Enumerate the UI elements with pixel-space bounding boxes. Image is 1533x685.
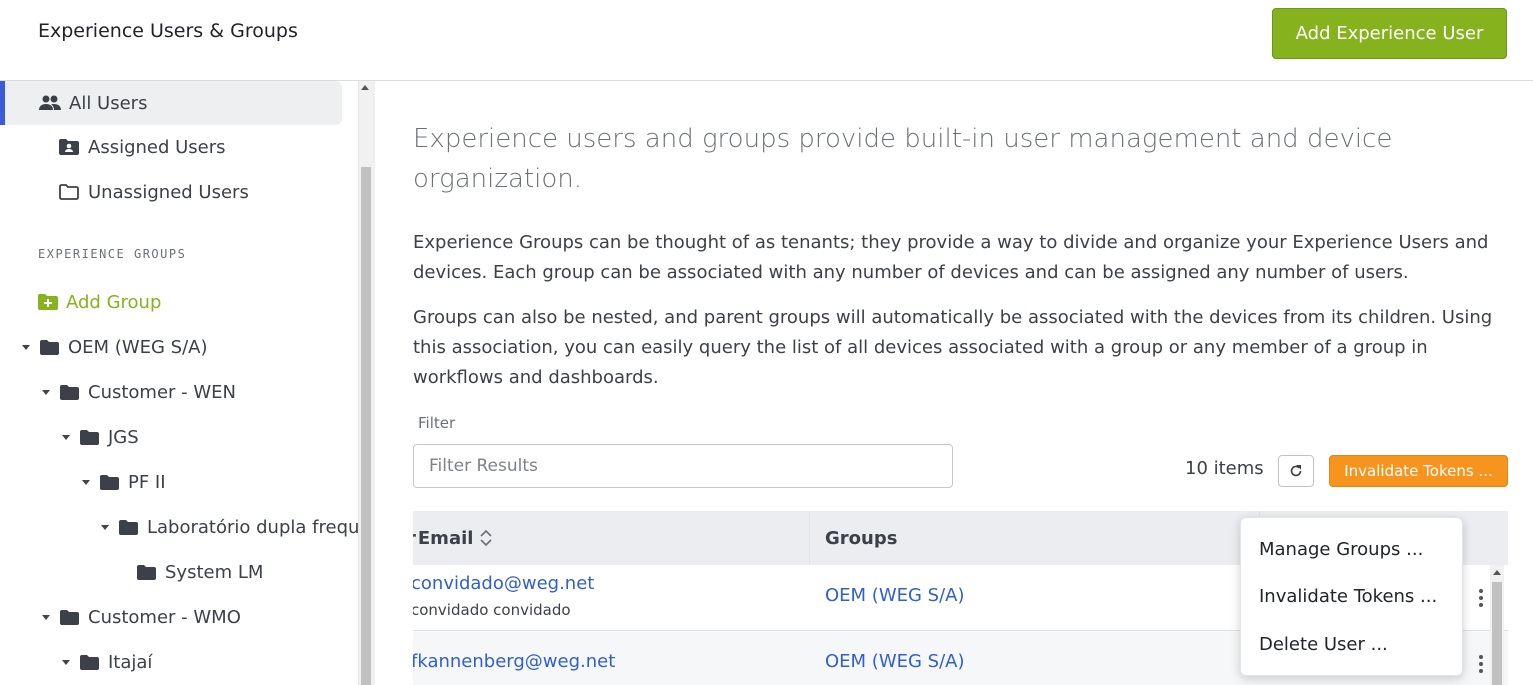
nesting-description: Groups can also be nested, and parent gr…: [413, 307, 1493, 388]
row-context-menu: Manage Groups ... Invalidate Tokens ... …: [1240, 517, 1463, 676]
sidebar-scroll-thumb[interactable]: [361, 167, 371, 685]
table-scrollbar[interactable]: [1490, 565, 1504, 685]
refresh-icon: [1290, 465, 1302, 477]
tree-node-itajai[interactable]: Itajaí: [62, 650, 152, 674]
filter-input[interactable]: [413, 444, 953, 488]
folder-outline-icon: [58, 183, 80, 201]
caret-down-icon[interactable]: [22, 344, 30, 350]
tree-node-label: PF II: [128, 471, 166, 493]
folder-icon: [60, 609, 79, 625]
user-email-link[interactable]: convidado@weg.net: [413, 573, 594, 594]
menu-item-delete-user[interactable]: Delete User ...: [1259, 634, 1388, 655]
tree-node-customer-wen[interactable]: Customer - WEN: [42, 380, 236, 404]
folder-icon: [100, 474, 119, 490]
tree-node-laboratorio[interactable]: Laboratório dupla frequ: [101, 515, 358, 539]
caret-down-icon[interactable]: [42, 389, 50, 395]
sort-icon[interactable]: [479, 528, 493, 548]
filter-label: Filter: [418, 414, 456, 432]
column-header-groups[interactable]: Groups: [825, 511, 897, 565]
sidebar-item-unassigned-users[interactable]: Unassigned Users: [58, 180, 249, 204]
user-group-link[interactable]: OEM (WEG S/A): [825, 651, 964, 672]
menu-item-invalidate-tokens[interactable]: Invalidate Tokens ...: [1259, 586, 1437, 607]
assigned-users-folder-icon: [58, 138, 80, 156]
folder-icon: [40, 339, 59, 355]
page-title: Experience Users & Groups: [38, 20, 298, 42]
add-group-button[interactable]: Add Group: [38, 290, 161, 314]
folder-icon: [80, 429, 99, 445]
caret-down-icon[interactable]: [62, 434, 70, 440]
sidebar-scrollbar[interactable]: [358, 81, 372, 685]
scroll-up-arrow-icon[interactable]: [361, 85, 369, 90]
folder-add-icon: [38, 293, 58, 311]
sidebar-item-all-users[interactable]: All Users: [0, 81, 342, 125]
row-actions-kebab-icon[interactable]: [1479, 655, 1483, 673]
menu-item-manage-groups[interactable]: Manage Groups ...: [1259, 539, 1423, 560]
items-count: 10 items: [1185, 458, 1264, 479]
column-header-email[interactable]: r Email: [413, 511, 493, 565]
intro-heading: Experience users and groups provide buil…: [413, 124, 1393, 194]
row-actions-kebab-icon[interactable]: [1479, 589, 1483, 607]
folder-icon: [60, 384, 79, 400]
tree-node-customer-wmo[interactable]: Customer - WMO: [42, 605, 241, 629]
caret-down-icon[interactable]: [42, 614, 50, 620]
users-icon: [39, 94, 61, 112]
tree-node-system-lm[interactable]: System LM: [137, 560, 263, 584]
content-divider: [372, 81, 375, 685]
groups-description: Experience Groups can be thought of as t…: [413, 232, 1489, 283]
user-email-link[interactable]: fkannenberg@weg.net: [413, 651, 615, 672]
add-experience-user-button[interactable]: Add Experience User: [1272, 8, 1507, 59]
tree-node-label: JGS: [108, 426, 139, 448]
sidebar-item-label: Unassigned Users: [88, 181, 249, 203]
page-header: Experience Users & Groups Add Experience…: [0, 0, 1533, 81]
tree-node-label: Customer - WMO: [88, 606, 241, 628]
tree-node-label: OEM (WEG S/A): [68, 336, 208, 358]
folder-icon: [137, 564, 156, 580]
caret-down-icon[interactable]: [62, 659, 70, 665]
user-group-link[interactable]: OEM (WEG S/A): [825, 585, 964, 606]
sidebar-item-label: All Users: [69, 92, 148, 114]
tree-node-jgs[interactable]: JGS: [62, 425, 139, 449]
experience-groups-section-label: EXPERIENCE GROUPS: [38, 247, 187, 261]
scroll-up-arrow-icon[interactable]: [1493, 570, 1501, 575]
add-group-label: Add Group: [66, 291, 162, 313]
tree-node-label: Laboratório dupla frequ: [147, 516, 358, 538]
tree-node-label: Itajaí: [108, 651, 153, 673]
sidebar-item-label: Assigned Users: [88, 136, 226, 158]
sidebar-item-assigned-users[interactable]: Assigned Users: [58, 135, 226, 159]
user-full-name: convidado convidado: [413, 601, 571, 619]
refresh-button[interactable]: [1278, 455, 1314, 487]
folder-icon: [80, 654, 99, 670]
tree-node-oem[interactable]: OEM (WEG S/A): [22, 335, 207, 359]
caret-down-icon[interactable]: [101, 524, 109, 530]
caret-down-icon[interactable]: [82, 479, 90, 485]
invalidate-tokens-button[interactable]: Invalidate Tokens ...: [1329, 455, 1508, 487]
folder-icon: [119, 519, 138, 535]
table-scroll-thumb[interactable]: [1492, 582, 1502, 685]
tree-node-label: System LM: [165, 561, 264, 583]
sidebar: All Users Assigned Users Unassigned User…: [0, 81, 358, 685]
tree-node-pf-ii[interactable]: PF II: [82, 470, 166, 494]
tree-node-label: Customer - WEN: [88, 381, 237, 403]
